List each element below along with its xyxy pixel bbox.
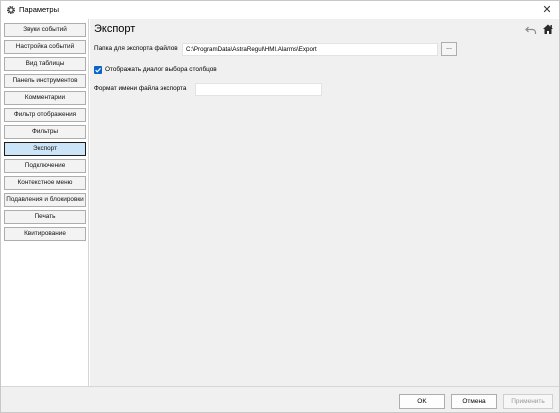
browse-folder-button[interactable]: ...: [441, 42, 457, 56]
sidebar-item-acknowledgement[interactable]: Квитирование: [4, 227, 86, 241]
cancel-button[interactable]: Отмена: [451, 394, 497, 409]
sidebar-item-comments[interactable]: Комментарии: [4, 91, 86, 105]
title-bar: Параметры ✕: [1, 1, 559, 19]
export-folder-label: Папка для экспорта файлов: [94, 45, 178, 52]
show-columns-dialog-checkbox[interactable]: [94, 66, 102, 74]
sidebar-item-event-settings[interactable]: Настройка событий: [4, 40, 86, 54]
sidebar-item-context-menu[interactable]: Контекстное меню: [4, 176, 86, 190]
show-columns-dialog-label: Отображать диалог выбора столбцов: [105, 66, 217, 73]
back-arrow-icon[interactable]: [525, 24, 537, 36]
close-icon[interactable]: ✕: [540, 3, 554, 17]
sidebar-item-print[interactable]: Печать: [4, 210, 86, 224]
ok-button[interactable]: OK: [399, 394, 445, 409]
dialog-footer: OK Отмена Применить: [1, 386, 559, 412]
sidebar-item-display-filter[interactable]: Фильтр отображения: [4, 108, 86, 122]
apply-button[interactable]: Применить: [503, 394, 553, 409]
export-settings-panel: Экспорт Папка для экспорта файлов C:\Pro…: [90, 19, 559, 386]
sidebar-item-suppression-blocking[interactable]: Подавления и блокировки: [4, 193, 86, 207]
file-name-format-input[interactable]: [195, 83, 322, 96]
sidebar-item-table-view[interactable]: Вид таблицы: [4, 57, 86, 71]
sidebar-item-filters[interactable]: Фильтры: [4, 125, 86, 139]
sidebar-item-event-sounds[interactable]: Звуки событий: [4, 23, 86, 37]
gear-icon: [6, 5, 16, 15]
sidebar-item-toolbar[interactable]: Панель инструментов: [4, 74, 86, 88]
page-title: Экспорт: [94, 23, 136, 35]
file-name-format-label: Формат имени файла экспорта: [94, 85, 187, 92]
sidebar-item-export[interactable]: Экспорт: [4, 142, 86, 156]
settings-sidebar: Звуки событий Настройка событий Вид табл…: [1, 19, 89, 386]
home-icon[interactable]: [542, 23, 554, 35]
window-title: Параметры: [19, 5, 59, 14]
settings-window: Параметры ✕ Звуки событий Настройка собы…: [0, 0, 560, 413]
sidebar-item-connection[interactable]: Подключение: [4, 159, 86, 173]
export-folder-input[interactable]: C:\ProgramData\AstraRegul\HMI.Alarms\Exp…: [182, 43, 438, 56]
checkmark-icon: [95, 67, 101, 73]
